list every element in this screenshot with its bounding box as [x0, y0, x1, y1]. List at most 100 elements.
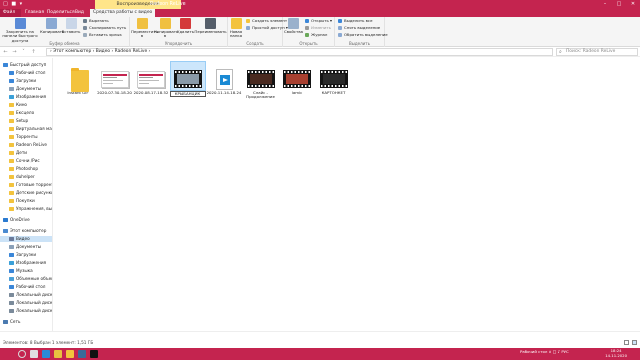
sidebar-item[interactable]: Сеть — [0, 319, 52, 325]
address-bar[interactable]: › Этот компьютер › Видео › Radeon ReLive… — [46, 48, 553, 56]
move-to-button[interactable]: Переместить в — [131, 18, 158, 39]
system-tray[interactable]: Рабочий стол ∧ □ ♪ РУС — [520, 349, 569, 354]
chrome-icon[interactable] — [54, 350, 62, 358]
amd-icon[interactable] — [90, 350, 98, 358]
sidebar-item[interactable]: Дети — [0, 150, 52, 156]
tab-view[interactable]: Вид — [72, 9, 87, 17]
group-new: Новая папка Создать элемент ▾ Простой до… — [228, 17, 290, 47]
group-label: Открыть — [299, 41, 318, 46]
copy-path-button[interactable]: Скопировать путь — [83, 25, 126, 30]
rename-button[interactable]: Переименовать — [194, 18, 227, 34]
sidebar-item[interactable]: Локальный диск (D — [0, 300, 52, 306]
forward-button[interactable]: → — [11, 48, 18, 56]
search-icon[interactable] — [18, 350, 26, 358]
folder-icon — [9, 174, 14, 179]
history-button[interactable]: Журнал — [305, 32, 327, 37]
folder-icon — [9, 158, 14, 163]
select-none-button[interactable]: Снять выделение — [338, 25, 380, 30]
group-label: Буфер обмена — [49, 41, 80, 46]
explorer-icon[interactable] — [66, 350, 74, 358]
sidebar-item[interactable]: Покупки — [0, 198, 52, 204]
copy-button[interactable]: Копировать — [40, 18, 64, 34]
sidebar-item[interactable]: Объемные объект — [0, 276, 52, 282]
sidebar-item-label: Виртуальная маш — [16, 126, 53, 131]
file-item[interactable]: 2020.07.30-18.20 — [97, 62, 133, 95]
copy-to-button[interactable]: Копировать в — [154, 18, 178, 39]
recent-locations-button[interactable]: ˅ — [20, 48, 27, 56]
sidebar-item[interactable]: OneDrive — [0, 217, 52, 223]
sidebar-item[interactable]: Сочни /Рис — [0, 158, 52, 164]
minimize-button[interactable]: – — [598, 0, 612, 9]
new-folder-button[interactable]: Новая папка — [229, 18, 243, 39]
edit-button[interactable]: Изменить — [305, 25, 331, 30]
sidebar-item[interactable]: Детские рисунки — [0, 190, 52, 196]
up-button[interactable]: ↑ — [30, 48, 37, 56]
back-button[interactable]: ← — [2, 48, 9, 56]
folder-icon — [9, 252, 14, 257]
sidebar-item[interactable]: Готовые торренты — [0, 182, 52, 188]
video-thumbnail — [98, 62, 132, 90]
sidebar-item-label: Этот компьютер — [10, 228, 47, 233]
tab-video-tools[interactable]: Средства работы с видео — [90, 9, 156, 17]
search-input[interactable]: ⌕ Поиск: Radeon ReLive — [556, 48, 638, 56]
sidebar-item[interactable]: Локальный диск (C — [0, 292, 52, 298]
start-button[interactable] — [3, 350, 11, 358]
sidebar-item[interactable]: Видео — [0, 236, 52, 242]
paste-shortcut-button[interactable]: Вставить ярлык — [83, 32, 122, 37]
sidebar-item[interactable]: Кино — [0, 102, 52, 108]
sidebar-item[interactable]: duhelper — [0, 174, 52, 180]
file-item[interactable]: lamic — [279, 62, 315, 95]
delete-button[interactable]: Удалить — [177, 18, 194, 34]
tab-file[interactable]: Файл — [0, 9, 21, 17]
folder-icon — [9, 190, 14, 195]
maximize-button[interactable]: □ — [612, 0, 626, 9]
sidebar-item[interactable]: Изображения — [0, 260, 52, 266]
sidebar-item[interactable]: Рабочий стол — [0, 70, 52, 76]
sidebar-item[interactable]: Упражнения, высш — [0, 206, 52, 212]
pin-quick-access-button[interactable]: Закрепить на панели быстрого доступа — [1, 18, 39, 43]
close-button[interactable]: ✕ — [626, 0, 640, 9]
invert-selection-button[interactable]: Обратить выделение — [338, 32, 388, 37]
sidebar-item[interactable]: Этот компьютер — [0, 228, 52, 234]
sidebar-item[interactable]: Торренты — [0, 134, 52, 140]
sidebar-item[interactable]: Изображения — [0, 94, 52, 100]
sidebar-item[interactable]: Photoshop — [0, 166, 52, 172]
sidebar-item[interactable]: Загрузки — [0, 78, 52, 84]
sidebar-item[interactable]: Setup — [0, 118, 52, 124]
details-view-icon[interactable] — [624, 340, 629, 345]
sidebar-item[interactable]: Быстрый доступ — [0, 62, 52, 68]
sidebar-item-label: Photoshop — [16, 166, 39, 171]
sidebar-item[interactable]: Ексцело — [0, 110, 52, 116]
select-all-button[interactable]: Выделить все — [338, 18, 372, 23]
sidebar-item[interactable]: Radeon ReLive — [0, 142, 52, 148]
sidebar-item[interactable]: Рабочий стол — [0, 284, 52, 290]
sidebar-item[interactable]: Документы — [0, 244, 52, 250]
copy-folder-icon — [159, 18, 171, 29]
large-icons-view-icon[interactable] — [632, 340, 637, 345]
cut-button[interactable]: Вырезать — [83, 18, 109, 23]
paste-icon — [65, 18, 77, 29]
sidebar-item[interactable]: Музыка — [0, 268, 52, 274]
taskview-icon[interactable] — [30, 350, 38, 358]
app-icon[interactable] — [78, 350, 86, 358]
quick-access-toolbar[interactable]: □ ■ ▾ — [3, 1, 23, 7]
file-item[interactable]: 2020.08.17-18.52 — [133, 62, 169, 95]
easy-access-button[interactable]: Простой доступ ▾ — [246, 25, 288, 30]
open-button[interactable]: Открыть ▾ — [305, 18, 332, 23]
paste-button[interactable]: Вставить — [60, 18, 82, 34]
file-item[interactable]: 2020.11.14-18.24 — [206, 62, 242, 95]
file-item[interactable]: КАРТОНКЕТ — [316, 62, 352, 95]
file-item[interactable]: КРЫБАНЦИК — [169, 61, 206, 98]
edge-icon[interactable] — [42, 350, 50, 358]
sidebar-item[interactable]: Виртуальная маш — [0, 126, 53, 132]
group-organize: Переместить в Копировать в Удалить Переи… — [130, 17, 228, 47]
file-item[interactable]: Instant GIF — [60, 62, 96, 95]
status-bar: Элементов: 8 Выбран 1 элемент: 1,51 ГБ — [0, 331, 640, 348]
sidebar-item[interactable]: Локальный диск (E — [0, 308, 52, 314]
folder-icon — [9, 300, 14, 305]
clock[interactable]: 18:24 14.11.2020 — [605, 348, 627, 358]
sidebar-item[interactable]: Загрузки — [0, 252, 52, 258]
file-item[interactable]: Слайс - Продолжение — [243, 62, 279, 100]
sidebar-item[interactable]: Документы — [0, 86, 52, 92]
properties-button[interactable]: Свойства — [284, 18, 303, 34]
